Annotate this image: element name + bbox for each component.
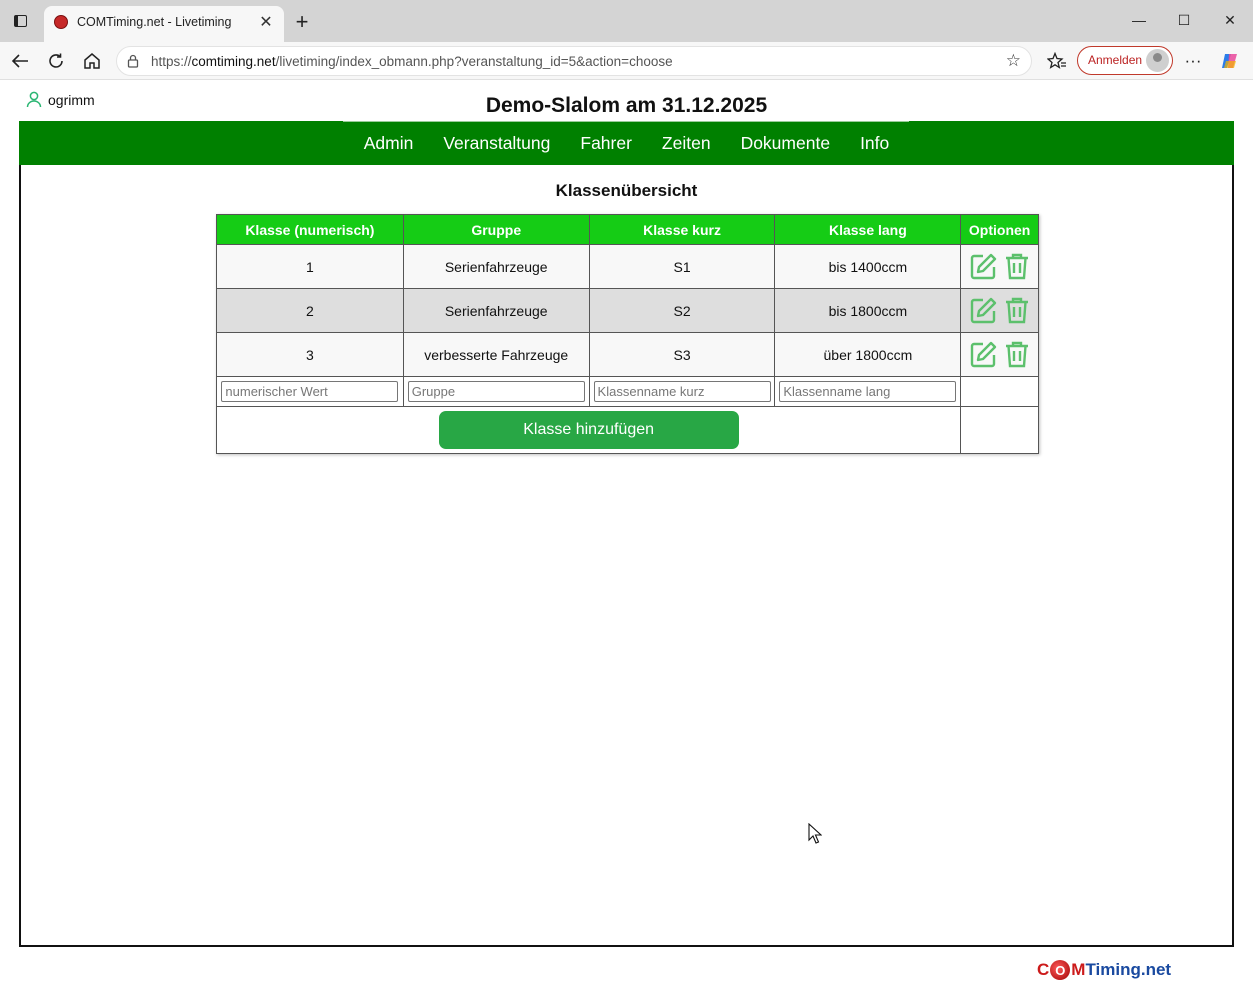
gruppe-input[interactable]	[407, 381, 585, 402]
page-title: Demo-Slalom am 31.12.2025	[485, 94, 768, 117]
cell-lang: bis 1800ccm	[774, 288, 962, 333]
cell-lang: über 1800ccm	[774, 332, 962, 377]
tab-close-icon[interactable]: ✕	[256, 12, 276, 32]
main-nav: Admin Veranstaltung Fahrer Zeiten Dokume…	[19, 121, 1234, 165]
signin-button[interactable]: Anmelden	[1077, 46, 1173, 75]
table-row: 3 verbesserte Fahrzeuge S3 über 1800ccm	[216, 332, 1039, 377]
nav-dokumente[interactable]: Dokumente	[741, 133, 831, 154]
cell-num: 3	[216, 332, 404, 377]
num-input[interactable]	[221, 381, 399, 402]
classes-table: Klasse (numerisch) Gruppe Klasse kurz Kl…	[215, 214, 1039, 454]
add-class-button[interactable]: Klasse hinzufügen	[438, 411, 739, 449]
favicon-icon	[54, 15, 68, 29]
trash-icon[interactable]	[1004, 252, 1030, 281]
nav-fahrer[interactable]: Fahrer	[580, 133, 632, 154]
cell-kurz: S1	[588, 244, 776, 289]
favorite-star-icon[interactable]: ☆	[1006, 51, 1021, 71]
close-window-icon[interactable]: ✕	[1215, 8, 1245, 32]
nav-veranstaltung[interactable]: Veranstaltung	[443, 133, 550, 154]
minimize-icon[interactable]: —	[1124, 8, 1154, 32]
favorites-icon[interactable]	[1045, 49, 1069, 73]
cell-options	[960, 332, 1039, 377]
new-class-input-row	[216, 376, 1039, 407]
cell-gruppe: Serienfahrzeuge	[402, 288, 590, 333]
nav-info[interactable]: Info	[860, 133, 889, 154]
add-row: Klasse hinzufügen	[215, 406, 1039, 454]
browser-tab[interactable]: COMTiming.net - Livetiming ✕	[44, 6, 284, 42]
mouse-cursor-icon	[808, 823, 822, 844]
lock-icon	[127, 54, 139, 68]
reload-icon[interactable]	[44, 49, 68, 73]
lang-input[interactable]	[779, 381, 957, 402]
back-icon[interactable]	[8, 49, 32, 73]
trash-icon[interactable]	[1004, 296, 1030, 325]
table-row: 2 Serienfahrzeuge S2 bis 1800ccm	[216, 288, 1039, 333]
nav-admin[interactable]: Admin	[364, 133, 414, 154]
new-tab-icon[interactable]: +	[290, 9, 314, 34]
cell-lang: bis 1400ccm	[774, 244, 962, 289]
profile-avatar-icon	[1146, 49, 1169, 72]
column-header: Klasse kurz	[588, 214, 776, 245]
table-row: 1 Serienfahrzeuge S1 bis 1400ccm	[216, 244, 1039, 289]
copilot-icon[interactable]	[1218, 49, 1242, 73]
content-panel: Klassenübersicht Klasse (numerisch) Grup…	[19, 165, 1234, 947]
cell-gruppe: verbesserte Fahrzeuge	[402, 332, 590, 377]
edit-icon[interactable]	[969, 296, 998, 325]
column-header: Klasse lang	[774, 214, 962, 245]
column-header: Gruppe	[402, 214, 590, 245]
column-header: Optionen	[960, 214, 1039, 245]
cell-gruppe: Serienfahrzeuge	[402, 244, 590, 289]
comtiming-logo[interactable]: C O M Timing.net	[1037, 960, 1171, 980]
cell-kurz: S2	[588, 288, 776, 333]
maximize-icon[interactable]: ☐	[1169, 8, 1199, 32]
browser-toolbar: https://comtiming.net/livetiming/index_o…	[0, 42, 1253, 80]
kurz-input[interactable]	[593, 381, 771, 402]
cell-kurz: S3	[588, 332, 776, 377]
section-title: Klassenübersicht	[555, 181, 698, 200]
home-icon[interactable]	[80, 49, 104, 73]
column-header: Klasse (numerisch)	[216, 214, 404, 245]
tab-title: COMTiming.net - Livetiming	[77, 15, 232, 29]
cell-options	[960, 244, 1039, 289]
edit-icon[interactable]	[969, 252, 998, 281]
more-menu-icon[interactable]: ···	[1181, 49, 1205, 73]
cell-num: 1	[216, 244, 404, 289]
browser-tab-bar: COMTiming.net - Livetiming ✕ + — ☐ ✕	[0, 0, 1253, 42]
cell-num: 2	[216, 288, 404, 333]
trash-icon[interactable]	[1004, 340, 1030, 369]
address-bar[interactable]: https://comtiming.net/livetiming/index_o…	[116, 46, 1032, 76]
cell-options	[960, 288, 1039, 333]
web-page: ogrimm Demo-Slalom am 31.12.2025 Admin V…	[0, 80, 1253, 997]
tab-actions-icon[interactable]	[8, 9, 32, 33]
table-header-row: Klasse (numerisch) Gruppe Klasse kurz Kl…	[216, 214, 1039, 245]
url-text: https://comtiming.net/livetiming/index_o…	[151, 54, 673, 69]
edit-icon[interactable]	[969, 340, 998, 369]
nav-zeiten[interactable]: Zeiten	[662, 133, 711, 154]
